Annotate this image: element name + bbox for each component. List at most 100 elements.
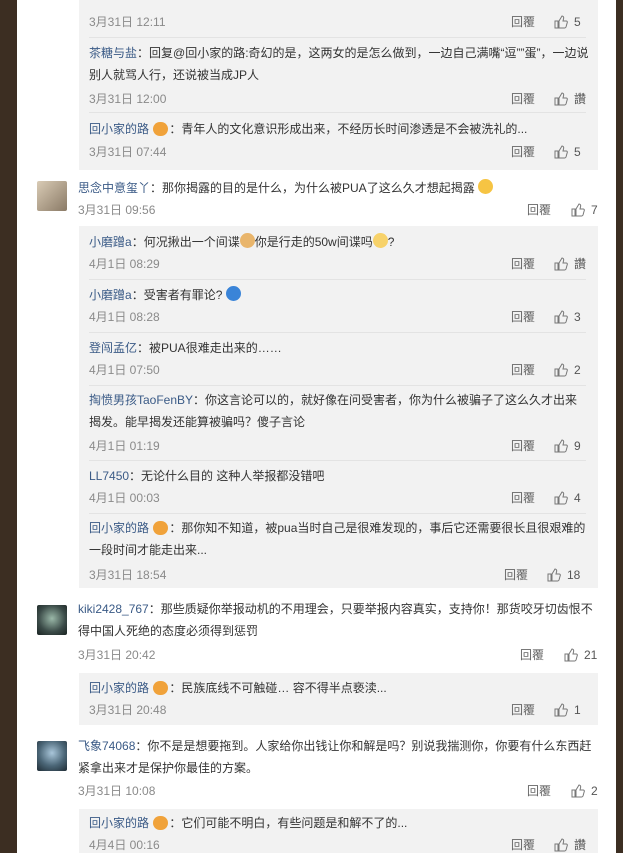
like-button[interactable]: 21 [564,647,597,663]
like-count: 4 [574,491,581,505]
reply-text: ：青年人的文化意识形成出来，不经历长时间渗透是不会被洗礼的... [169,122,528,136]
reply-username[interactable]: 回小家的路 [89,816,149,830]
reply-button[interactable]: 回覆 [511,14,535,30]
right-frame [616,0,623,853]
like-count: 2 [574,363,581,377]
like-button[interactable]: 5 [554,144,581,160]
emoji-icon [372,233,388,249]
reply-button[interactable]: 回覆 [511,256,535,272]
reply-time: 3月31日 07:44 [89,145,167,159]
vip-badge-icon [153,680,169,695]
reply-button[interactable]: 回覆 [511,702,535,718]
thumbs-up-icon [571,784,585,798]
reply-username[interactable]: 茶糖与盐 [89,46,137,60]
like-count: 1 [574,703,581,717]
reply-username[interactable]: 小磨蹭a [89,235,132,249]
like-count: 讚 [574,257,587,271]
reply-username[interactable]: 掏愤男孩TaoFenBY [89,393,193,407]
like-count: 5 [574,15,581,29]
like-button[interactable]: 9 [554,438,581,454]
reply-button[interactable]: 回覆 [511,490,535,506]
like-count: 讚 [574,92,587,106]
reply-button[interactable]: 回覆 [511,438,535,454]
like-count: 21 [584,648,598,662]
reply-username[interactable]: LL7450 [89,469,129,483]
like-count: 2 [591,784,598,798]
reply-item: 回小家的路 ：民族底线不可触碰… 容不得半点亵渎... 3月31日 20:48 … [89,673,598,725]
thumbs-up-icon [547,568,561,582]
reply-button[interactable]: 回覆 [527,202,551,218]
reply-button[interactable]: 回覆 [511,837,535,853]
reply-username[interactable]: 回小家的路 [89,122,149,136]
reply-text: ：受害者有罪论? [131,288,223,302]
like-button[interactable]: 讚 [554,256,586,272]
reply-text: ：何况揪出一个间谍 [131,235,240,249]
like-count: 3 [574,310,581,324]
reply-item: 小磨蹭a：何况揪出一个间谍 你是行走的50w间谍吗? 4月1日 08:29 回覆 … [89,233,587,272]
like-button[interactable]: 7 [571,202,598,218]
avatar[interactable] [37,741,67,771]
like-button[interactable]: 1 [554,702,581,718]
reply-button[interactable]: 回覆 [527,783,551,799]
comment-text: ：你不是是想要拖到。人家给你出钱让你和解是吗？别说我揣测你，你要有什么东西赶紧拿… [78,739,592,775]
reply-text: ：民族底线不可触碰… 容不得半点亵渎... [169,681,387,695]
thumbs-up-icon [571,203,585,217]
comment-time: 3月31日 10:08 [78,784,156,798]
reply-time: 4月4日 00:16 [89,838,160,852]
reply-button[interactable]: 回覆 [511,91,535,107]
comment-username[interactable]: 飞象74068 [78,739,135,753]
thumbs-up-icon [554,145,568,159]
like-button[interactable]: 讚 [554,837,586,853]
vip-badge-icon [153,815,169,830]
reply-username[interactable]: 回小家的路 [89,521,149,535]
like-button[interactable]: 3 [554,309,581,325]
like-count: 9 [574,439,581,453]
reply-time: 3月31日 12:00 [89,92,167,106]
like-count: 5 [574,145,581,159]
reply-button[interactable]: 回覆 [504,567,528,583]
reply-item: 登闯孟亿：被PUA很难走出来的…… 4月1日 07:50 回覆 2 [89,332,598,385]
reply-item: 掏愤男孩TaoFenBY：你这言论可以的，就好像在问受害者，你为什么被骗子了这么… [89,385,598,460]
reply-time: 3月31日 20:48 [89,703,167,717]
reply-button[interactable]: 回覆 [511,362,535,378]
comment-time: 3月31日 20:42 [78,648,156,662]
like-button[interactable]: 5 [554,14,581,30]
like-button[interactable]: 2 [571,783,598,799]
reply-button[interactable]: 回覆 [511,309,535,325]
like-button[interactable]: 讚 [554,91,586,107]
reply-username[interactable]: 登闯孟亿 [89,341,137,355]
reply-item: 回小家的路 ：它们可能不明白，有些问题是和解不了的... 4月4日 00:16 … [89,809,598,853]
comment: 思念中意玺丫：那你揭露的目的是什么，为什么被PUA了这么久才想起揭露 [78,177,494,199]
reply-item: 回小家的路 ：青年人的文化意识形成出来，不经历长时间渗透是不会被洗礼的... 3… [89,112,598,167]
reply-time: 4月1日 07:50 [89,363,160,377]
reply-button[interactable]: 回覆 [520,647,544,663]
avatar[interactable] [37,605,67,635]
reply-text: ：回复@回小家的路:奇幻的是，这两女的是怎么做到，一边自己满嘴“逗””蛋”，一边… [89,46,589,82]
reply-item: 3月31日 12:11 回覆 5 [89,0,598,38]
thumbs-up-icon [554,838,568,852]
comment-username[interactable]: kiki2428_767 [78,602,149,616]
like-button[interactable]: 4 [554,490,581,506]
comment: 飞象74068：你不是是想要拖到。人家给你出钱让你和解是吗？别说我揣测你，你要有… [78,735,598,779]
reply-username[interactable]: 小磨蹭a [89,288,132,302]
thumbs-up-icon [554,310,568,324]
comment-username[interactable]: 思念中意玺丫 [78,181,150,195]
thumbs-up-icon [554,257,568,271]
reply-time: 3月31日 18:54 [89,568,167,582]
reply-time: 3月31日 12:11 [89,15,166,29]
reply-button[interactable]: 回覆 [511,144,535,160]
reply-item: 回小家的路 ：那你知不知道，被pua当时自己是很难发现的，事后它还需要很长且很艰… [89,513,598,588]
left-frame [0,0,17,853]
like-count: 7 [591,203,598,217]
like-button[interactable]: 18 [547,567,580,583]
thumbs-up-icon [564,648,578,662]
thumbs-up-icon [554,92,568,106]
reply-time: 4月1日 08:29 [89,257,160,271]
avatar[interactable] [37,181,67,211]
reply-username[interactable]: 回小家的路 [89,681,149,695]
comment-text: ：那些质疑你举报动机的不用理会，只要举报内容真实，支持你！那货咬牙切齿恨不得中国… [78,602,593,638]
reply-time: 4月1日 01:19 [89,439,160,453]
reply-item: 小磨蹭a：受害者有罪论? 4月1日 08:28 回覆 3 [89,279,598,332]
thumbs-up-icon [554,491,568,505]
like-button[interactable]: 2 [554,362,581,378]
